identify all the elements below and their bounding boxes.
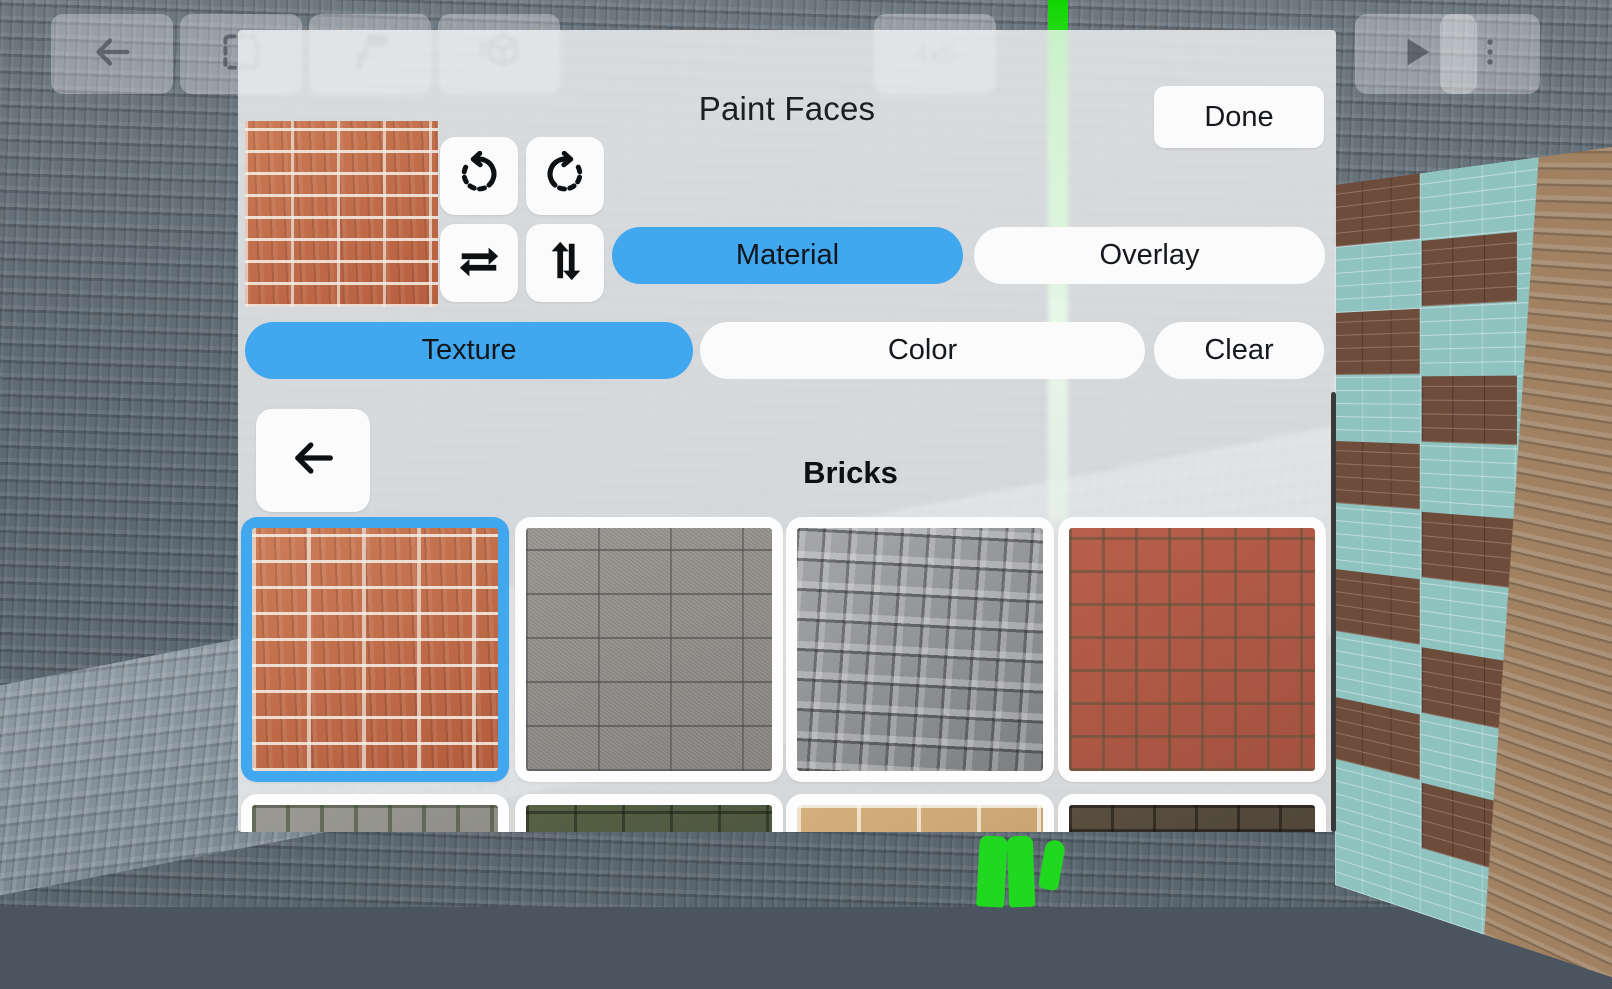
- avatar-leg-right: [1007, 836, 1035, 908]
- rotate-right-icon: [542, 151, 588, 202]
- swatch-cobble[interactable]: [241, 794, 509, 832]
- more-vertical-icon: [1473, 35, 1507, 74]
- panel-scrollbar[interactable]: [1331, 392, 1336, 832]
- paint-faces-dialog: Paint Faces Done: [238, 30, 1336, 832]
- swatch-thumbnail: [1069, 805, 1315, 832]
- category-title: Bricks: [238, 455, 1336, 491]
- swatch-moss[interactable]: [515, 794, 783, 832]
- play-icon: [1396, 32, 1436, 77]
- swatch-thumbnail: [252, 805, 498, 832]
- texture-preview[interactable]: [245, 121, 438, 307]
- flip-horizontal-button[interactable]: [440, 224, 518, 302]
- swatch-thumbnail: [252, 528, 498, 771]
- tab-color[interactable]: Color: [700, 322, 1145, 379]
- swatch-sandstone[interactable]: [786, 794, 1054, 832]
- tab-overlay[interactable]: Overlay: [974, 227, 1325, 284]
- avatar-leg-left: [976, 835, 1008, 907]
- swatch-thumbnail: [526, 528, 772, 771]
- rotate-right-button[interactable]: [526, 137, 604, 215]
- swatch-thumbnail: [797, 805, 1043, 832]
- swatch-dark-stone[interactable]: [1058, 794, 1326, 832]
- swatch-thumbnail: [797, 528, 1043, 771]
- rotate-left-icon: [456, 151, 502, 202]
- flip-vertical-icon: [542, 238, 588, 289]
- avatar-hand: [1038, 839, 1066, 892]
- done-button[interactable]: Done: [1154, 86, 1324, 148]
- scene-brick-structure: [1335, 142, 1612, 989]
- swatch-gray-block[interactable]: [515, 517, 783, 782]
- overflow-menu-button[interactable]: [1440, 14, 1540, 94]
- tab-texture[interactable]: Texture: [245, 322, 693, 379]
- texture-swatch-grid[interactable]: [241, 517, 1333, 832]
- tab-material[interactable]: Material: [612, 227, 963, 284]
- clear-button[interactable]: Clear: [1154, 322, 1324, 379]
- swatch-gray-stone[interactable]: [786, 517, 1054, 782]
- back-icon: [89, 29, 135, 80]
- swatch-thumbnail: [1069, 528, 1315, 771]
- flip-vertical-button[interactable]: [526, 224, 604, 302]
- rotate-left-button[interactable]: [440, 137, 518, 215]
- flip-horizontal-icon: [456, 238, 502, 289]
- back-button[interactable]: [51, 14, 173, 94]
- swatch-thumbnail: [526, 805, 772, 832]
- swatch-red-brick[interactable]: [241, 517, 509, 782]
- swatch-herringbone[interactable]: [1058, 517, 1326, 782]
